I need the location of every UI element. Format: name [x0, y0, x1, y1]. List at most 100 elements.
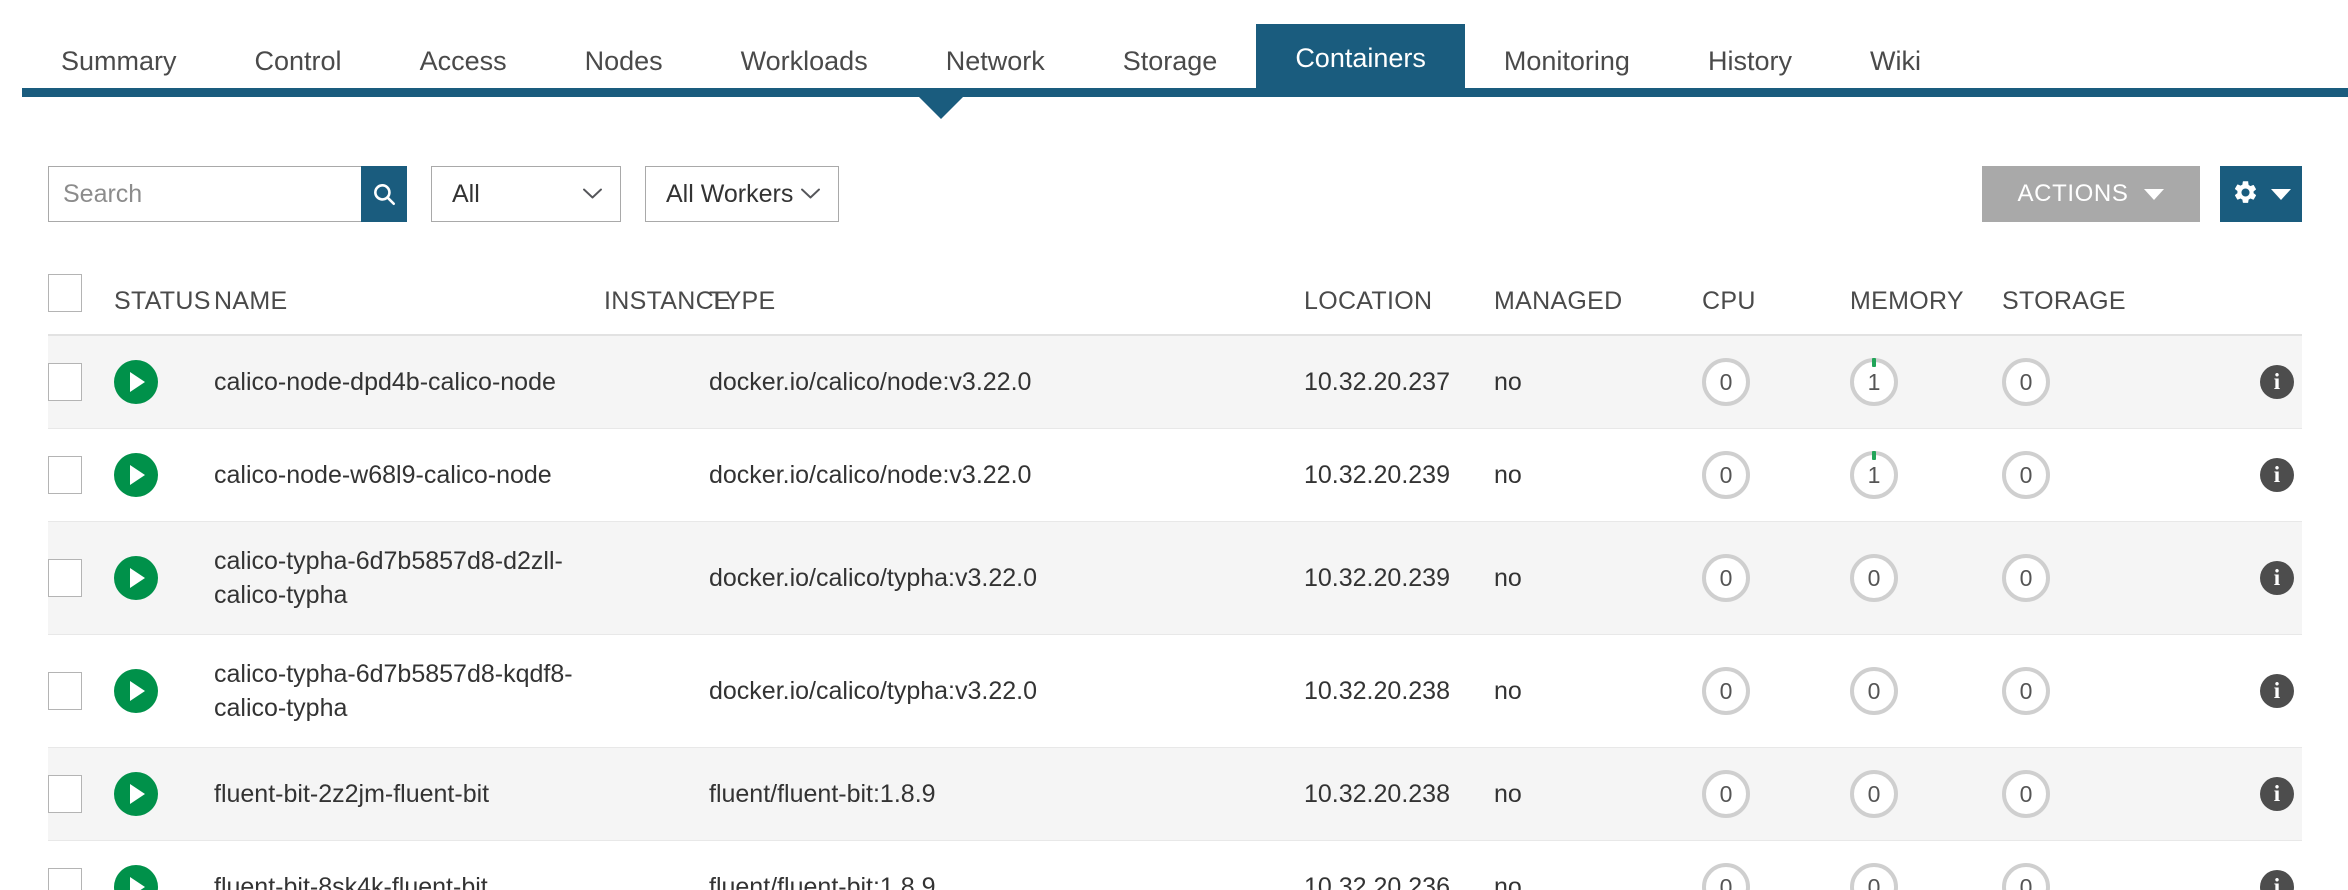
cpu-metric-badge: 0: [1702, 358, 1750, 406]
row-type-cell: docker.io/calico/typha:v3.22.0: [709, 522, 1304, 635]
row-status-cell: [114, 429, 214, 522]
header-memory: MEMORY: [1850, 274, 2002, 335]
row-location-cell: 10.32.20.239: [1304, 429, 1494, 522]
row-memory-cell: 0: [1850, 841, 2002, 890]
tab-nodes[interactable]: Nodes: [546, 30, 702, 97]
tab-storage[interactable]: Storage: [1084, 30, 1257, 97]
tab-network[interactable]: Network: [907, 30, 1084, 97]
header-select-all: [48, 274, 114, 335]
table-row[interactable]: calico-node-w68l9-calico-nodedocker.io/c…: [48, 429, 2302, 522]
table-row[interactable]: calico-node-dpd4b-calico-nodedocker.io/c…: [48, 335, 2302, 429]
row-checkbox[interactable]: [48, 868, 82, 890]
search-button[interactable]: [361, 166, 407, 222]
cpu-metric-badge: 0: [1702, 863, 1750, 890]
container-name: fluent-bit-8sk4k-fluent-bit: [214, 873, 488, 890]
search-box: [48, 166, 407, 222]
tab-summary[interactable]: Summary: [22, 30, 216, 97]
header-location: LOCATION: [1304, 274, 1494, 335]
active-tab-pointer: [919, 97, 963, 119]
row-cpu-cell: 0: [1702, 429, 1850, 522]
row-instance-cell: [604, 748, 709, 841]
row-location-cell: 10.32.20.236: [1304, 841, 1494, 890]
info-icon[interactable]: i: [2260, 870, 2294, 890]
row-memory-cell: 0: [1850, 748, 2002, 841]
tab-workloads[interactable]: Workloads: [702, 30, 907, 97]
chevron-down-icon: [801, 188, 820, 199]
tab-bar-underline: [22, 88, 2348, 97]
row-info-cell: i: [2172, 635, 2302, 748]
row-memory-cell: 1: [1850, 335, 2002, 429]
row-select-cell: [48, 635, 114, 748]
running-play-icon: [114, 772, 158, 816]
table-row[interactable]: calico-typha-6d7b5857d8-kqdf8-calico-typ…: [48, 635, 2302, 748]
settings-button[interactable]: [2220, 166, 2302, 222]
row-name-cell: calico-typha-6d7b5857d8-d2zll-calico-typ…: [214, 522, 604, 635]
row-name-cell: calico-node-w68l9-calico-node: [214, 429, 604, 522]
row-info-cell: i: [2172, 748, 2302, 841]
table-row[interactable]: calico-typha-6d7b5857d8-d2zll-calico-typ…: [48, 522, 2302, 635]
row-status-cell: [114, 748, 214, 841]
row-name-cell: calico-typha-6d7b5857d8-kqdf8-calico-typ…: [214, 635, 604, 748]
row-location-cell: 10.32.20.237: [1304, 335, 1494, 429]
chevron-down-icon: [583, 188, 602, 199]
tab-history[interactable]: History: [1669, 30, 1831, 97]
row-type-cell: fluent/fluent-bit:1.8.9: [709, 748, 1304, 841]
row-memory-cell: 0: [1850, 522, 2002, 635]
tab-wiki[interactable]: Wiki: [1831, 30, 1960, 97]
info-icon[interactable]: i: [2260, 777, 2294, 811]
tab-access[interactable]: Access: [381, 30, 546, 97]
memory-metric-badge: 1: [1850, 451, 1898, 499]
memory-metric-badge: 1: [1850, 358, 1898, 406]
row-status-cell: [114, 841, 214, 890]
row-select-cell: [48, 748, 114, 841]
row-checkbox[interactable]: [48, 559, 82, 597]
header-name: NAME: [214, 274, 604, 335]
info-icon[interactable]: i: [2260, 458, 2294, 492]
filter-type-value: All: [452, 180, 480, 209]
tab-monitoring[interactable]: Monitoring: [1465, 30, 1669, 97]
tab-containers[interactable]: Containers: [1256, 24, 1465, 97]
header-cpu: CPU: [1702, 274, 1850, 335]
main-tab-bar: SummaryControlAccessNodesWorkloadsNetwor…: [0, 0, 2348, 97]
filter-workers-value: All Workers: [666, 180, 793, 209]
select-all-checkbox[interactable]: [48, 274, 82, 312]
table-row[interactable]: fluent-bit-2z2jm-fluent-bitfluent/fluent…: [48, 748, 2302, 841]
row-status-cell: [114, 635, 214, 748]
header-managed: MANAGED: [1494, 274, 1702, 335]
container-name: calico-node-w68l9-calico-node: [214, 461, 552, 489]
filter-workers-select[interactable]: All Workers: [645, 166, 839, 222]
running-play-icon: [114, 865, 158, 890]
running-play-icon: [114, 360, 158, 404]
row-type-cell: docker.io/calico/typha:v3.22.0: [709, 635, 1304, 748]
row-location-cell: 10.32.20.238: [1304, 635, 1494, 748]
table-row[interactable]: fluent-bit-8sk4k-fluent-bitfluent/fluent…: [48, 841, 2302, 890]
row-status-cell: [114, 522, 214, 635]
row-managed-cell: no: [1494, 429, 1702, 522]
row-checkbox[interactable]: [48, 672, 82, 710]
row-storage-cell: 0: [2002, 429, 2172, 522]
row-cpu-cell: 0: [1702, 522, 1850, 635]
row-managed-cell: no: [1494, 335, 1702, 429]
row-cpu-cell: 0: [1702, 841, 1850, 890]
row-cpu-cell: 0: [1702, 335, 1850, 429]
info-icon[interactable]: i: [2260, 674, 2294, 708]
row-checkbox[interactable]: [48, 456, 82, 494]
memory-metric-badge: 0: [1850, 554, 1898, 602]
containers-table: STATUS NAME INSTANCE TYPE LOCATION MANAG…: [48, 274, 2302, 890]
search-icon: [371, 181, 397, 207]
row-checkbox[interactable]: [48, 775, 82, 813]
tab-control[interactable]: Control: [216, 30, 381, 97]
row-location-cell: 10.32.20.238: [1304, 748, 1494, 841]
info-icon[interactable]: i: [2260, 561, 2294, 595]
row-storage-cell: 0: [2002, 635, 2172, 748]
row-location-cell: 10.32.20.239: [1304, 522, 1494, 635]
filter-type-select[interactable]: All: [431, 166, 621, 222]
row-checkbox[interactable]: [48, 363, 82, 401]
table-header: STATUS NAME INSTANCE TYPE LOCATION MANAG…: [48, 274, 2302, 335]
row-memory-cell: 0: [1850, 635, 2002, 748]
search-input[interactable]: [48, 166, 361, 222]
row-name-cell: fluent-bit-8sk4k-fluent-bit: [214, 841, 604, 890]
row-storage-cell: 0: [2002, 841, 2172, 890]
info-icon[interactable]: i: [2260, 365, 2294, 399]
actions-button[interactable]: ACTIONS: [1982, 166, 2200, 222]
